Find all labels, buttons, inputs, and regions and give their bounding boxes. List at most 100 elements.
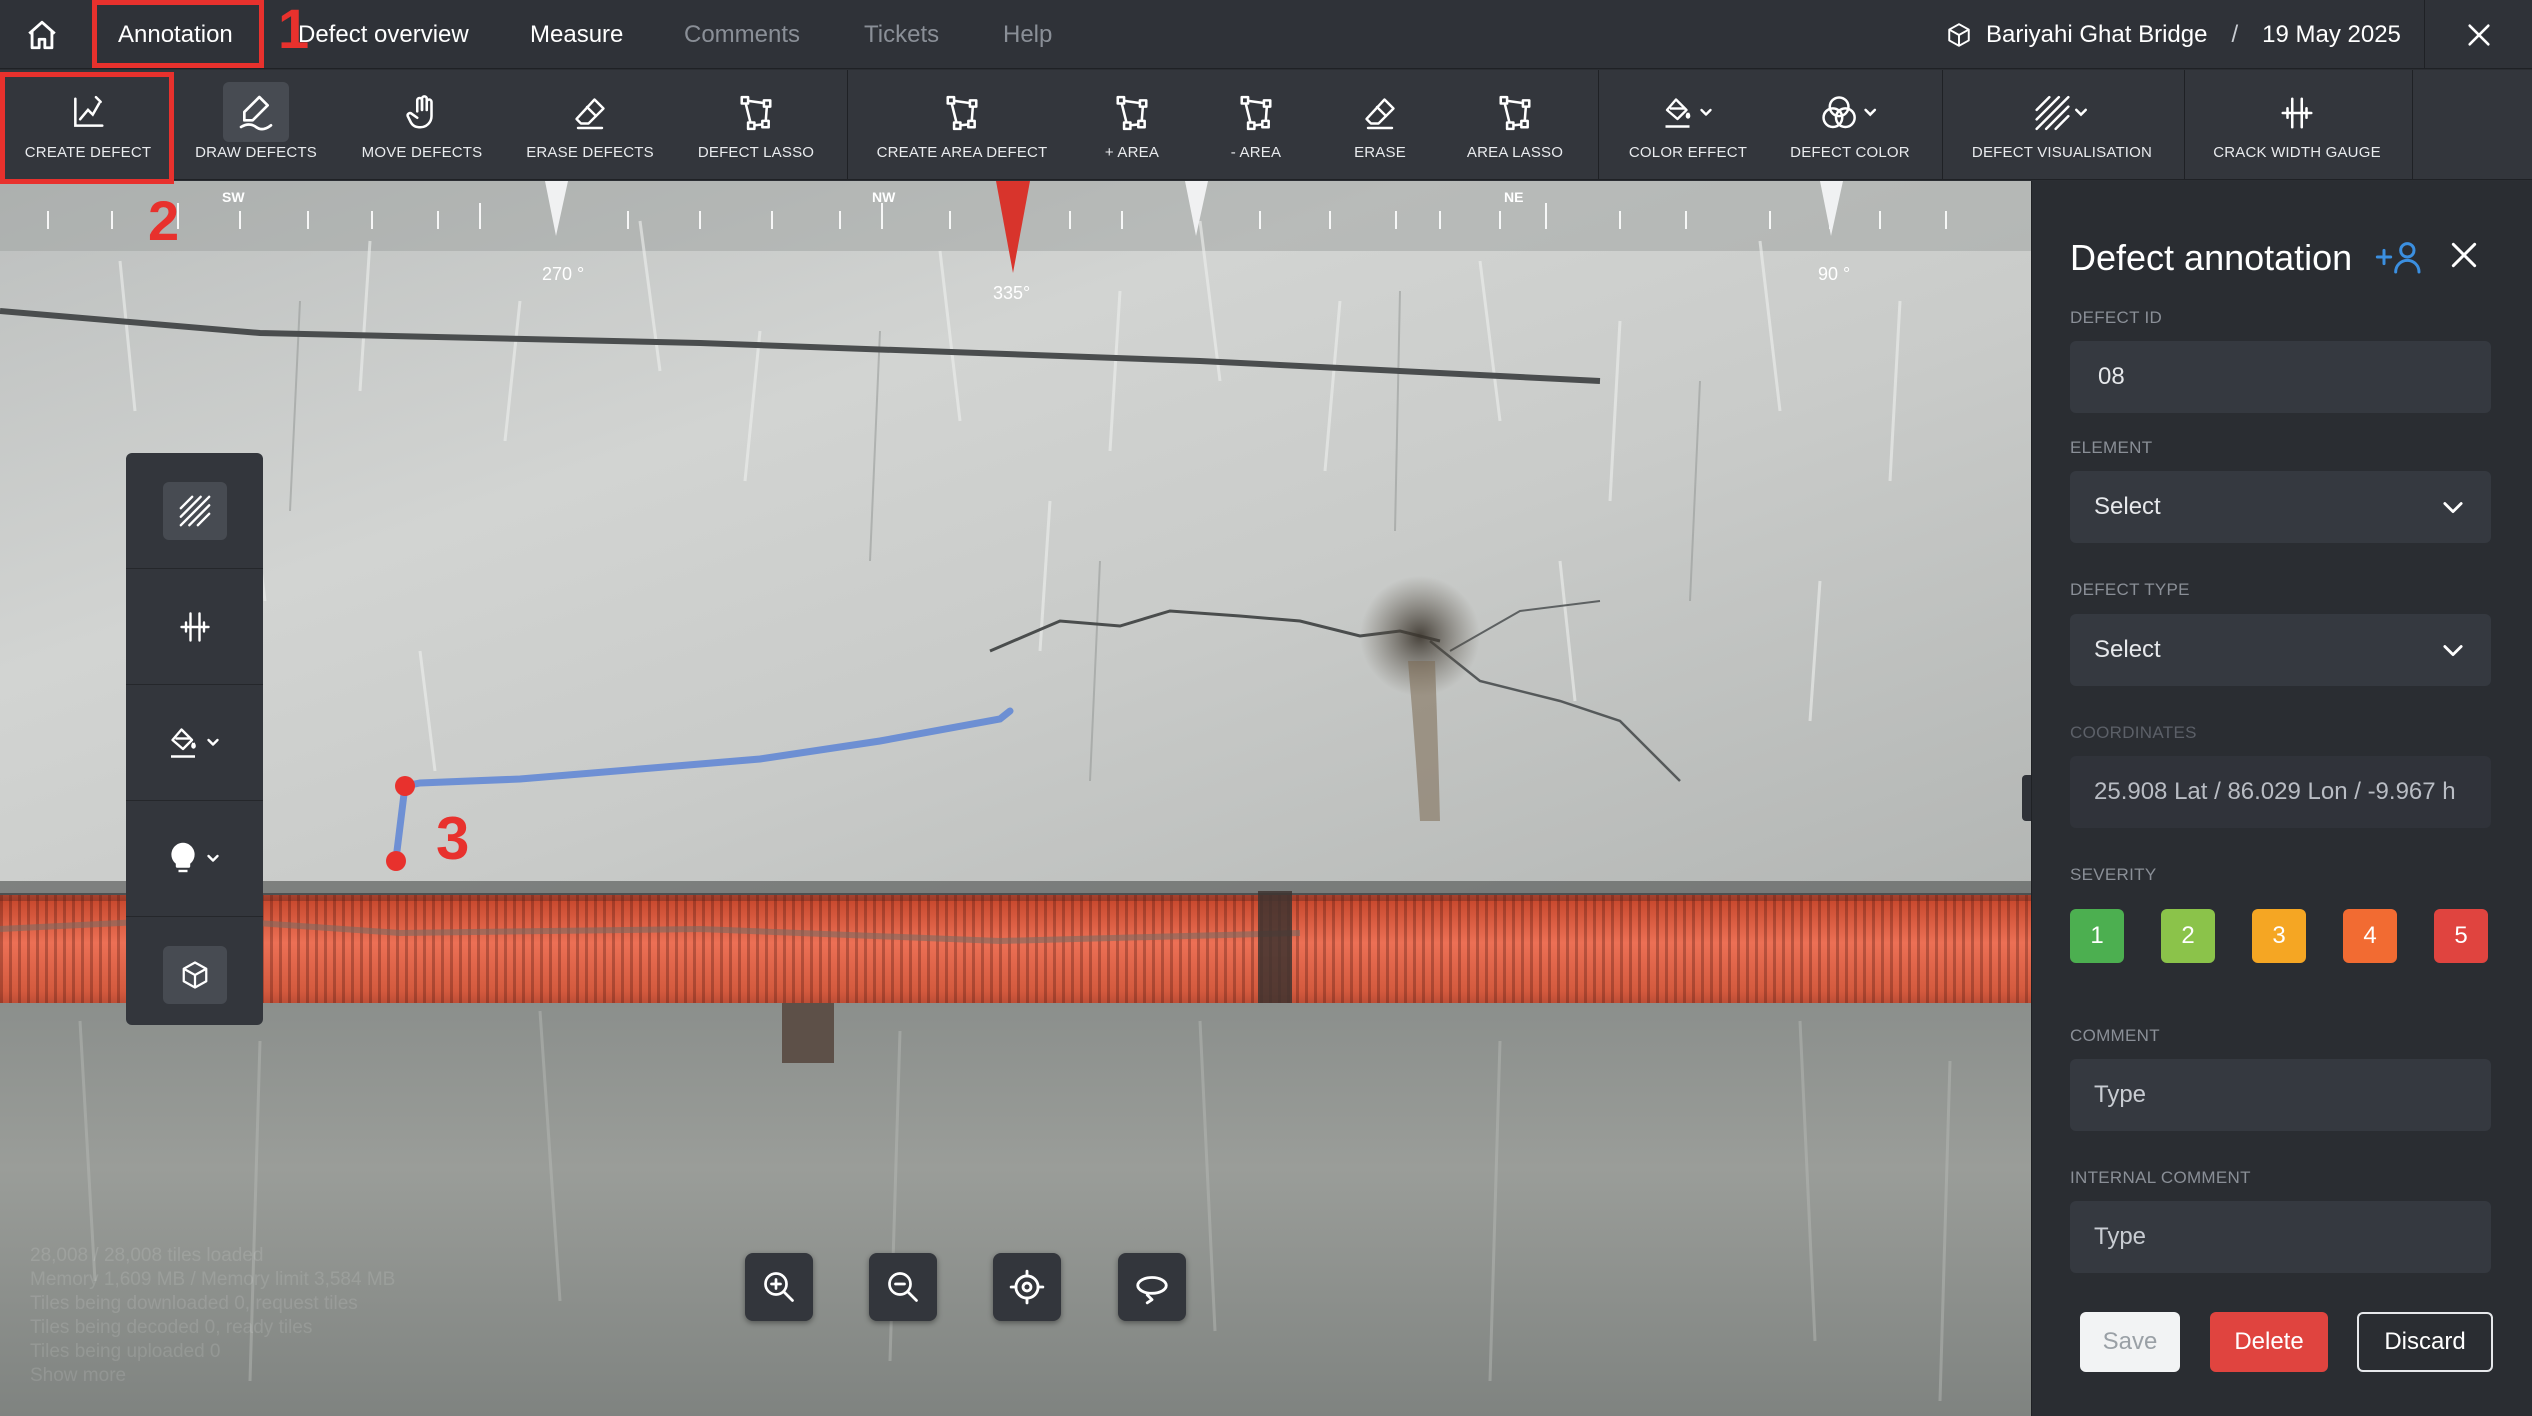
- defect-vertex-handle: [386, 851, 406, 871]
- project-date[interactable]: 19 May 2025: [2262, 21, 2401, 49]
- hatch-icon: [2035, 95, 2088, 131]
- defect-id-field[interactable]: 08: [2070, 341, 2491, 413]
- gauge-icon: [2281, 97, 2313, 129]
- internal-comment-placeholder: Type: [2094, 1223, 2147, 1250]
- zoom-in-button[interactable]: [745, 1253, 813, 1321]
- tool-label: MOVE DEFECTS: [361, 144, 483, 161]
- severity-1-button[interactable]: 1: [2070, 909, 2124, 963]
- defect-type-label: DEFECT TYPE: [2070, 580, 2190, 599]
- tab-comments[interactable]: Comments: [684, 0, 800, 69]
- breadcrumb-separator: /: [2231, 20, 2239, 48]
- severity-3-button[interactable]: 3: [2252, 909, 2306, 963]
- home-button[interactable]: [0, 0, 84, 69]
- compass-label-nw: NW: [872, 189, 896, 205]
- project-breadcrumb: Bariyahi Ghat Bridge / 19 May 2025: [1946, 0, 2401, 69]
- gauge-icon: [179, 611, 210, 642]
- model-view-button[interactable]: [126, 917, 263, 1025]
- remove-area-tool[interactable]: - AREA: [1196, 70, 1316, 180]
- area-lasso-tool[interactable]: AREA LASSO: [1450, 70, 1580, 180]
- move-defects-tool[interactable]: MOVE DEFECTS: [342, 70, 502, 180]
- save-button[interactable]: Save: [2080, 1312, 2180, 1372]
- annotation-toolbar: CREATE DEFECT DRAW DEFECTS MOVE DEFECTS …: [0, 70, 2532, 180]
- compass-label-ne: NE: [1504, 189, 1524, 205]
- paint-bucket-icon: [1665, 98, 1712, 128]
- show-more-link[interactable]: Show more: [30, 1364, 395, 1388]
- cube-icon: [1948, 22, 1970, 47]
- severity-5-button[interactable]: 5: [2434, 909, 2488, 963]
- cube-icon: [182, 961, 207, 989]
- defect-visualisation-tool[interactable]: DEFECT VISUALISATION: [1950, 70, 2174, 180]
- lasso-icon: [1499, 95, 1531, 131]
- chevron-down-icon: [2443, 645, 2463, 657]
- step-number-1: 1: [278, 0, 310, 60]
- defect-type-select[interactable]: Select: [2070, 614, 2491, 686]
- internal-comment-input[interactable]: Type: [2070, 1201, 2491, 1273]
- element-select[interactable]: Select: [2070, 471, 2491, 543]
- coordinates-value: 25.908 Lat / 86.029 Lon / -9.967 h: [2094, 778, 2456, 805]
- inspection-viewport[interactable]: SW NW NE 270 ° 335° 90 ° 28,008 / 28,008…: [0, 181, 2031, 1416]
- severity-4-button[interactable]: 4: [2343, 909, 2397, 963]
- heading-current: 335°: [993, 283, 1031, 303]
- gauge-toggle-button[interactable]: [126, 569, 263, 685]
- draw-defects-tool[interactable]: DRAW DEFECTS: [176, 70, 336, 180]
- stats-line: Tiles being uploaded 0: [30, 1341, 221, 1362]
- tool-label: COLOR EFFECT: [1628, 144, 1748, 161]
- lasso-icon: [740, 95, 772, 131]
- tab-defect-overview[interactable]: Defect overview: [298, 0, 469, 69]
- erase-area-tool[interactable]: ERASE: [1320, 70, 1440, 180]
- tab-tickets[interactable]: Tickets: [864, 0, 939, 69]
- zoom-out-button[interactable]: [869, 1253, 937, 1321]
- add-area-tool[interactable]: + AREA: [1072, 70, 1192, 180]
- severity-label: SEVERITY: [2070, 865, 2157, 884]
- color-circles-icon: [1822, 96, 1877, 129]
- chevron-down-icon: [2443, 502, 2463, 514]
- zoom-out-icon: [888, 1272, 918, 1302]
- defect-id-label: DEFECT ID: [2070, 308, 2163, 327]
- close-window-button[interactable]: [2424, 0, 2532, 69]
- defect-lasso-tool[interactable]: DEFECT LASSO: [676, 70, 836, 180]
- view-tools-panel: [126, 453, 263, 1025]
- stats-line: Tiles being downloaded 0, request tiles: [30, 1293, 358, 1314]
- close-icon: [2467, 23, 2490, 46]
- project-name[interactable]: Bariyahi Ghat Bridge: [1986, 21, 2207, 49]
- comment-input[interactable]: Type: [2070, 1059, 2491, 1131]
- tab-measure[interactable]: Measure: [530, 0, 623, 69]
- lighting-dropdown[interactable]: [126, 801, 263, 917]
- defect-color-tool[interactable]: DEFECT COLOR: [1772, 70, 1928, 180]
- stats-line: Tiles being decoded 0, ready tiles: [30, 1317, 313, 1338]
- move-hand-icon: [406, 95, 433, 129]
- assign-user-button[interactable]: [2374, 237, 2424, 282]
- toolbar-divider: [847, 70, 848, 180]
- close-panel-button[interactable]: [2448, 239, 2480, 276]
- tool-label: DEFECT VISUALISATION: [1971, 144, 2153, 161]
- recenter-button[interactable]: [993, 1253, 1061, 1321]
- erase-defects-tool[interactable]: ERASE DEFECTS: [510, 70, 670, 180]
- tool-label: ERASE DEFECTS: [526, 144, 654, 161]
- panel-title: Defect annotation: [2070, 237, 2353, 278]
- severity-2-button[interactable]: 2: [2161, 909, 2215, 963]
- eraser-icon: [1365, 98, 1395, 130]
- defect-id-value: 08: [2098, 363, 2125, 390]
- crack-width-gauge-tool[interactable]: CRACK WIDTH GAUGE: [2190, 70, 2404, 180]
- tool-label: CRACK WIDTH GAUGE: [2213, 144, 2381, 161]
- delete-button[interactable]: Delete: [2210, 1312, 2328, 1372]
- home-icon: [28, 20, 56, 49]
- hatch-toggle-button[interactable]: [126, 453, 263, 569]
- tool-label: - AREA: [1230, 144, 1282, 161]
- discard-button[interactable]: Discard: [2357, 1312, 2493, 1372]
- tool-label: + AREA: [1104, 144, 1160, 161]
- step-number-2: 2: [148, 189, 180, 252]
- coordinates-label: COORDINATES: [2070, 723, 2197, 742]
- toolbar-divider: [1942, 70, 1943, 180]
- color-effect-tool[interactable]: COLOR EFFECT: [1610, 70, 1766, 180]
- area-add-icon: [1116, 95, 1148, 131]
- hatch-icon: [179, 495, 210, 526]
- comment-placeholder: Type: [2094, 1081, 2147, 1108]
- close-icon: [2451, 242, 2477, 268]
- concrete-surface-image: [0, 181, 2031, 1416]
- orbit-button[interactable]: [1118, 1253, 1186, 1321]
- tab-help[interactable]: Help: [1003, 0, 1052, 69]
- locate-icon: [1009, 1269, 1045, 1305]
- create-area-defect-tool[interactable]: CREATE AREA DEFECT: [862, 70, 1062, 180]
- paint-effect-dropdown[interactable]: [126, 685, 263, 801]
